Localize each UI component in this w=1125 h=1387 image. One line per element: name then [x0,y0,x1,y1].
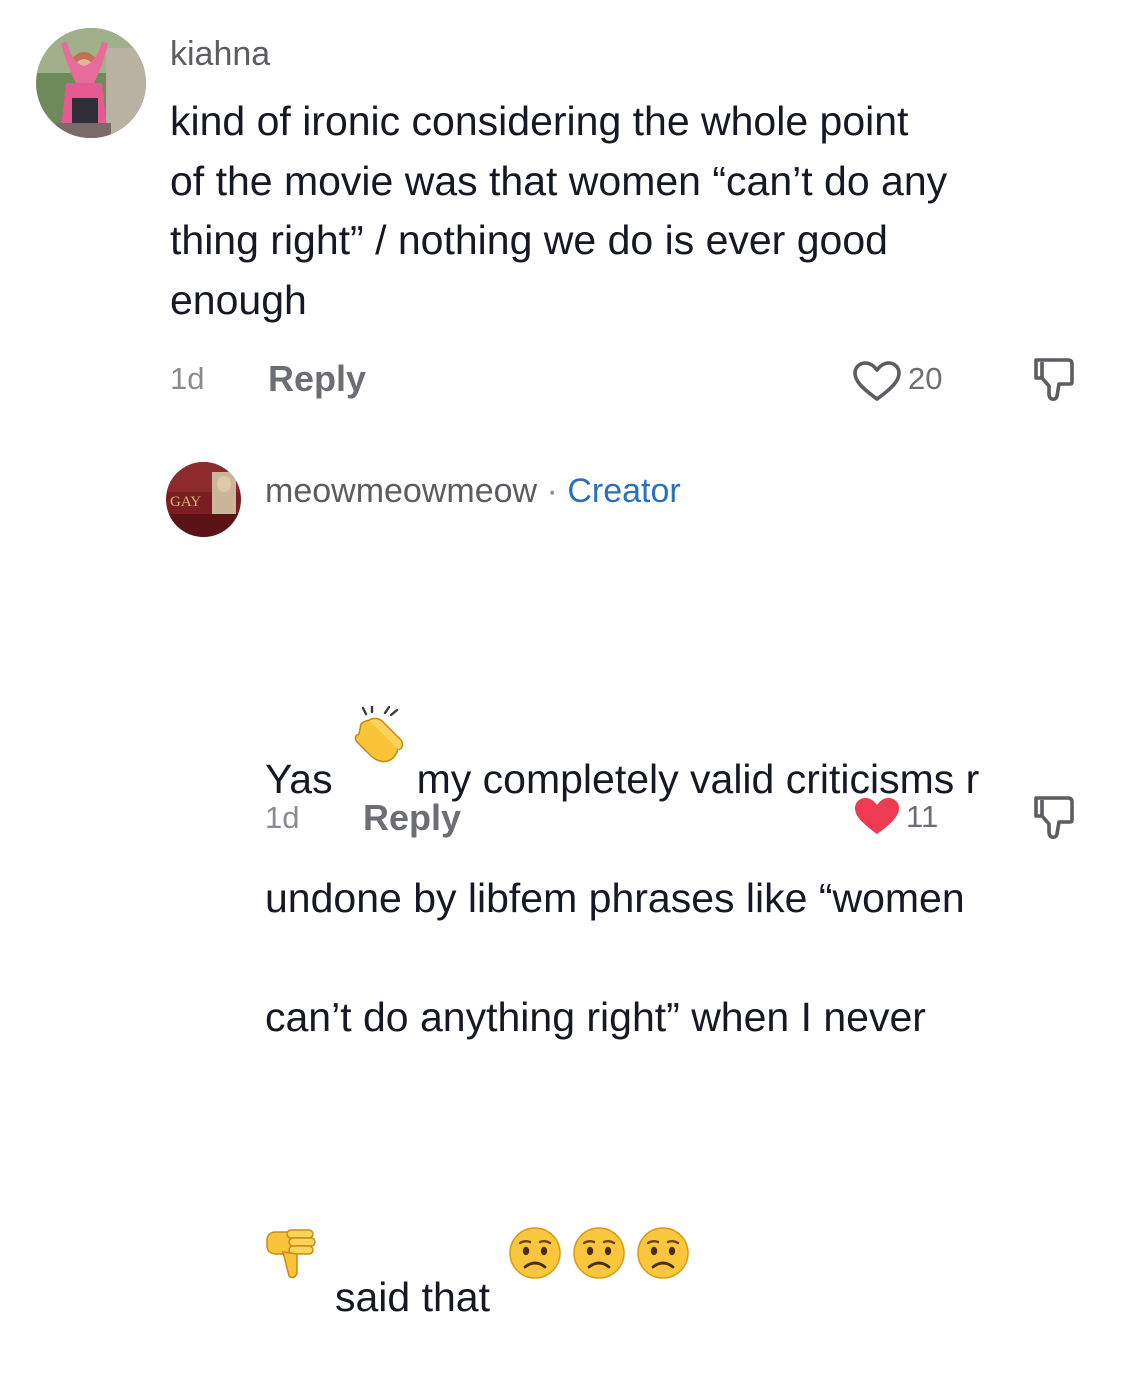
clapping-hands-emoji [349,587,407,762]
comment-line: can’t do anything right” when I never [265,993,926,1040]
like-count: 20 [908,361,943,396]
separator-dot: · [546,472,558,510]
dislike-icon[interactable] [1030,794,1076,839]
worried-face-emoji [572,1107,626,1279]
avatar[interactable]: GAY [166,462,241,537]
comment-segment: Yas [265,755,333,802]
comment-timestamp: 1d [265,800,300,835]
heart-outline-icon[interactable] [852,360,902,402]
reply-button[interactable]: Reply [268,358,366,400]
comment-timestamp: 1d [170,361,205,396]
reply-button[interactable]: Reply [363,797,461,839]
comment-line: kind of ironic considering the whole poi… [170,98,909,144]
comment-line: undone by libfem phrases like “women [265,874,965,921]
comment-line: thing right” / nothing we do is ever goo… [170,217,888,263]
avatar[interactable] [36,28,146,138]
thumbs-down-emoji [265,1107,319,1278]
comment-text: kind of ironic considering the whole poi… [170,92,947,330]
comment-username[interactable]: kiahna [170,35,270,74]
worried-face-emoji [508,1107,562,1279]
avatar-text: GAY [170,494,201,510]
comment-line: enough [170,276,307,323]
comment-username-line: meowmeowmeow · Creator [265,472,681,511]
comment-line: said that [265,1107,979,1328]
comment-line: of the movie was that women “can’t do an… [170,157,948,204]
comment-text: Yas my completely valid criticisms r und… [265,527,979,1387]
dislike-icon[interactable] [1030,356,1076,404]
comment-line: Yas my completely valid criticisms r [265,587,979,810]
like-count: 11 [906,799,939,834]
comment-username[interactable]: meowmeowmeow [265,472,537,510]
heart-filled-icon[interactable] [852,795,902,837]
creator-badge: Creator [567,472,681,510]
worried-face-emoji [636,1107,690,1279]
comment-segment: said that [335,1273,490,1320]
